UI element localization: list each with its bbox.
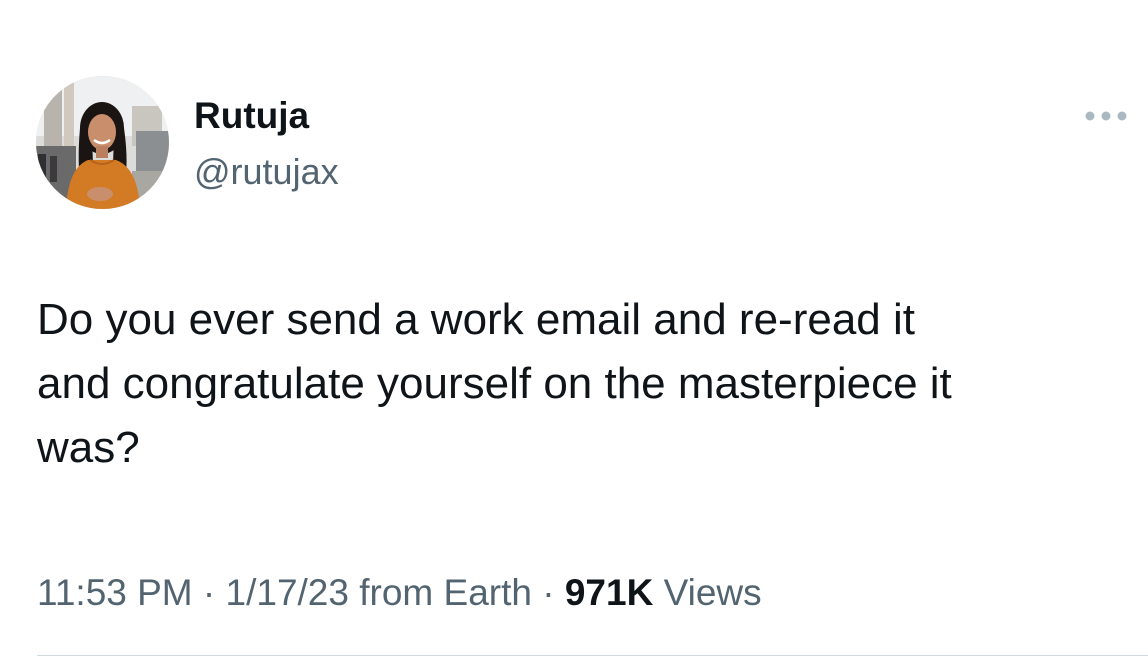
profile-photo	[36, 76, 169, 209]
tweet-card: Rutuja @rutujax Do you ever send a work …	[0, 0, 1148, 657]
views-count[interactable]: 971K	[565, 572, 653, 613]
more-horizontal-icon	[1085, 111, 1127, 121]
more-options-button[interactable]	[1082, 100, 1130, 132]
tweet-date[interactable]: 1/17/23	[226, 572, 349, 613]
views-label[interactable]: Views	[664, 572, 762, 613]
author-name[interactable]: Rutuja	[194, 94, 309, 138]
tweet-source: from Earth	[359, 572, 532, 613]
tweet-text: Do you ever send a work email and re-rea…	[37, 295, 952, 472]
divider	[37, 655, 1148, 656]
author-handle[interactable]: @rutujax	[194, 150, 339, 194]
tweet-time[interactable]: 11:53 PM	[37, 572, 193, 613]
meta-separator-2: ·	[542, 572, 555, 613]
tweet-metadata: 11:53 PM · 1/17/23 from Earth · 971K Vie…	[37, 568, 762, 618]
avatar[interactable]	[36, 76, 169, 209]
meta-separator: ·	[202, 572, 216, 613]
